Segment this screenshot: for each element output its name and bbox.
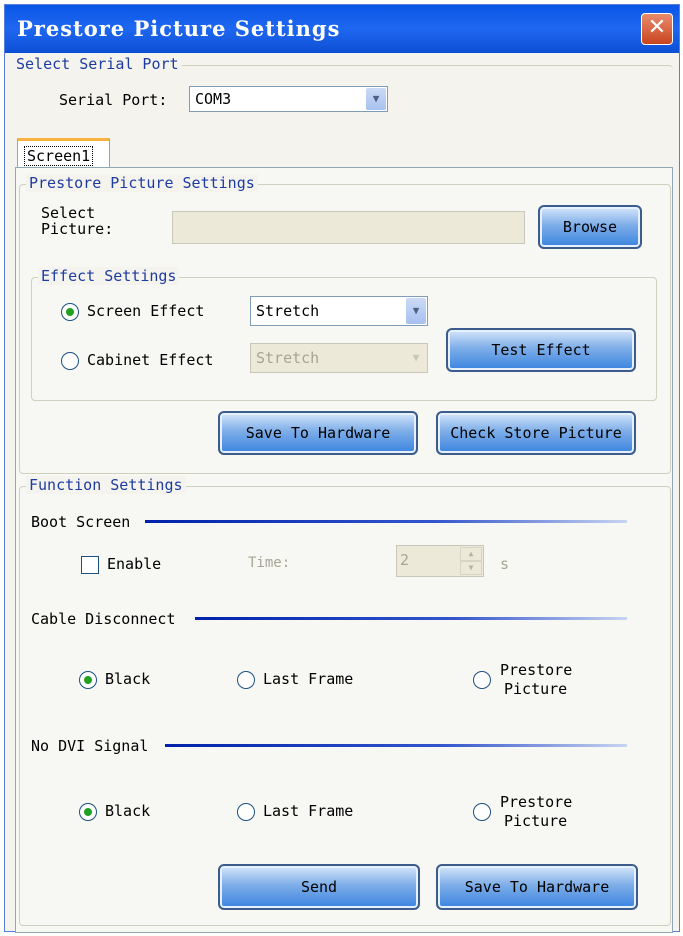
select-picture-label-line1: Select	[41, 204, 96, 222]
cable-disconnect-last-frame-radio[interactable]	[237, 671, 255, 689]
save-to-hardware-button-label: Save To Hardware	[245, 424, 391, 442]
boot-screen-time-unit: s	[500, 555, 510, 573]
chevron-down-icon[interactable]: ▼	[366, 88, 386, 110]
boot-screen-title: Boot Screen	[31, 513, 131, 531]
check-store-picture-button-label: Check Store Picture	[450, 424, 622, 442]
send-button-label: Send	[300, 878, 338, 896]
browse-button[interactable]: Browse	[538, 205, 642, 249]
window-title: Prestore Picture Settings	[17, 16, 341, 41]
screen-effect-label: Screen Effect	[87, 302, 205, 320]
boot-screen-time-label: Time:	[248, 555, 291, 571]
function-settings-group: Function Settings	[19, 476, 671, 926]
cabinet-effect-value: Stretch	[256, 349, 320, 367]
no-dvi-signal-divider	[165, 744, 627, 747]
cable-disconnect-divider	[195, 617, 627, 620]
no-dvi-prestore-label: Prestore Picture	[500, 793, 572, 831]
function-settings-legend: Function Settings	[26, 476, 186, 494]
picture-path-field[interactable]	[172, 211, 525, 244]
prestore-picture-settings-window: Prestore Picture Settings ✕ Select Seria…	[4, 4, 680, 933]
test-effect-button[interactable]: Test Effect	[446, 328, 636, 372]
function-save-to-hardware-button[interactable]: Save To Hardware	[436, 864, 638, 910]
test-effect-button-label: Test Effect	[491, 341, 591, 359]
spin-down-icon[interactable]: ▼	[460, 561, 482, 575]
cable-disconnect-prestore-radio[interactable]	[473, 671, 491, 689]
check-store-picture-button[interactable]: Check Store Picture	[436, 411, 636, 455]
cabinet-effect-select[interactable]: Stretch ▼	[250, 343, 428, 373]
screen-effect-radio[interactable]	[61, 303, 79, 321]
serial-port-select[interactable]: COM3 ▼	[189, 86, 388, 112]
no-dvi-black-label: Black	[105, 802, 151, 820]
cable-disconnect-prestore-line1: Prestore	[500, 661, 573, 679]
cabinet-effect-radio[interactable]	[61, 352, 79, 370]
spin-up-icon[interactable]: ▲	[460, 547, 482, 561]
select-picture-label: Select Picture:	[41, 205, 113, 237]
tab-screen1-label: Screen1	[24, 146, 94, 166]
cable-disconnect-title: Cable Disconnect	[31, 610, 176, 628]
close-icon[interactable]: ✕	[641, 13, 673, 45]
cabinet-effect-label: Cabinet Effect	[87, 351, 214, 369]
screen-effect-value: Stretch	[256, 302, 320, 320]
no-dvi-last-frame-radio[interactable]	[237, 803, 255, 821]
cable-disconnect-last-frame-label: Last Frame	[263, 670, 354, 688]
boot-screen-time-value: 2	[400, 551, 410, 569]
serial-port-value: COM3	[195, 90, 232, 108]
cable-disconnect-black-label: Black	[105, 670, 151, 688]
chevron-down-icon[interactable]: ▼	[406, 298, 426, 324]
no-dvi-prestore-radio[interactable]	[473, 803, 491, 821]
no-dvi-black-radio[interactable]	[79, 803, 97, 821]
serial-port-group-legend: Select Serial Port	[13, 55, 182, 73]
cable-disconnect-prestore-label: Prestore Picture	[500, 661, 572, 699]
save-to-hardware-button[interactable]: Save To Hardware	[218, 411, 418, 455]
boot-screen-enable-label: Enable	[107, 555, 162, 573]
send-button[interactable]: Send	[218, 864, 420, 910]
no-dvi-prestore-line2: Picture	[504, 812, 568, 830]
serial-port-label: Serial Port:	[59, 91, 168, 109]
screen-effect-select[interactable]: Stretch ▼	[250, 296, 428, 326]
boot-screen-enable-checkbox[interactable]	[81, 556, 99, 574]
boot-screen-divider	[145, 520, 627, 523]
function-save-to-hardware-label: Save To Hardware	[464, 878, 610, 896]
prestore-settings-legend: Prestore Picture Settings	[26, 174, 258, 192]
boot-screen-time-spinner[interactable]: 2 ▲ ▼	[396, 545, 484, 577]
browse-button-label: Browse	[562, 218, 618, 236]
select-picture-label-line2: Picture:	[41, 220, 114, 238]
no-dvi-signal-title: No DVI Signal	[31, 737, 149, 755]
chevron-down-icon: ▼	[406, 345, 426, 371]
no-dvi-last-frame-label: Last Frame	[263, 802, 354, 820]
tab-screen1[interactable]: Screen1	[17, 138, 110, 168]
no-dvi-prestore-line1: Prestore	[500, 793, 573, 811]
cable-disconnect-prestore-line2: Picture	[504, 680, 568, 698]
cable-disconnect-black-radio[interactable]	[79, 671, 97, 689]
effect-settings-legend: Effect Settings	[38, 267, 180, 285]
title-bar[interactable]: Prestore Picture Settings ✕	[5, 5, 679, 53]
